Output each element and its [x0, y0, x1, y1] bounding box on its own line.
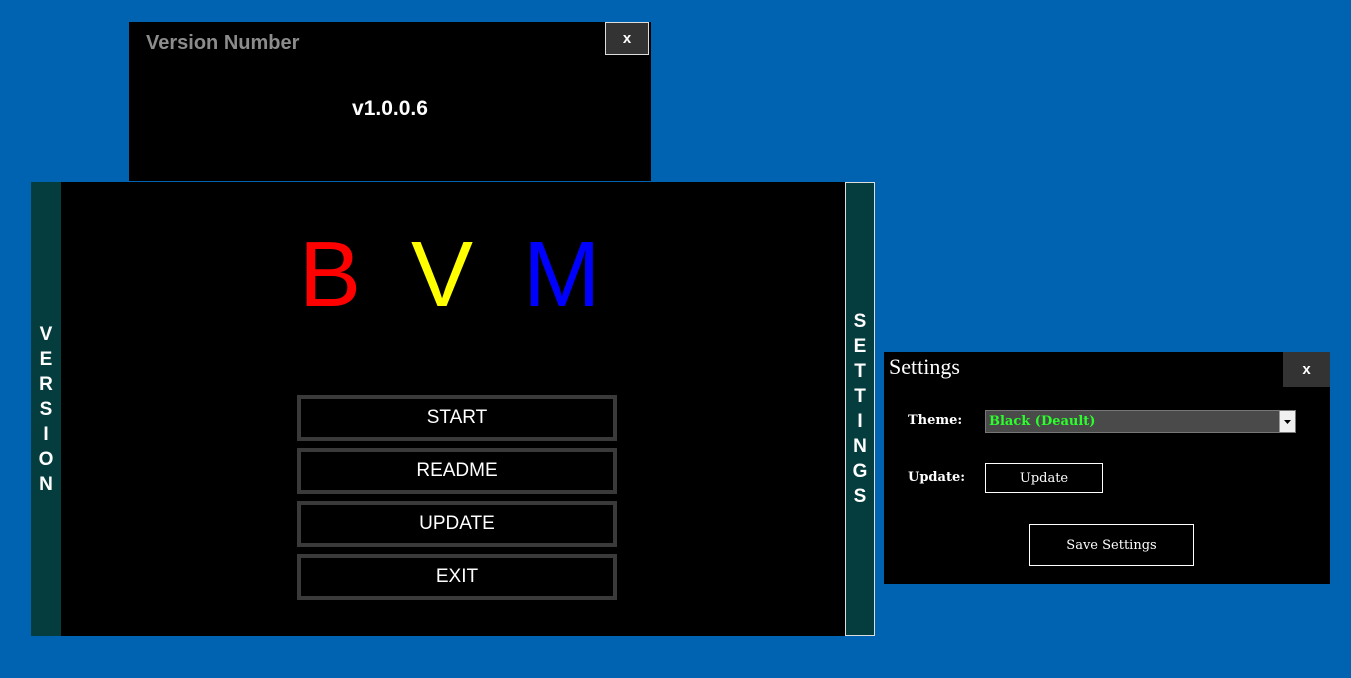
settings-tab-label: S E T T I N G S: [853, 309, 868, 509]
settings-tab-letter: E: [853, 336, 867, 357]
version-tab-letter: S: [39, 398, 53, 420]
settings-tab-letter: T: [854, 386, 866, 407]
version-window-title: Version Number: [146, 32, 300, 54]
update-label: Update:: [908, 470, 966, 485]
settings-update-button[interactable]: Update: [985, 463, 1103, 493]
version-tab-letter: R: [39, 373, 53, 395]
version-tab-letter: O: [38, 448, 54, 470]
version-number: v1.0.0.6: [352, 97, 428, 120]
version-tab-letter: V: [39, 323, 53, 345]
bvm-logo: B V M: [31, 224, 875, 324]
theme-select[interactable]: Black (Deault): [985, 410, 1296, 433]
readme-button[interactable]: README: [297, 448, 617, 494]
settings-tab-letter: N: [853, 436, 867, 457]
theme-label: Theme:: [908, 413, 963, 428]
chevron-down-icon[interactable]: [1279, 411, 1295, 432]
version-tab-letter: E: [39, 348, 53, 370]
exit-button[interactable]: EXIT: [297, 554, 617, 600]
logo-letter-m: M: [523, 222, 601, 326]
settings-tab[interactable]: S E T T I N G S: [845, 182, 875, 636]
logo-letter-b: B: [299, 222, 362, 326]
version-window: Version Number x v1.0.0.6: [129, 22, 651, 181]
settings-window-title: Settings: [889, 354, 960, 379]
theme-selected-value: Black (Deault): [989, 414, 1096, 429]
start-button[interactable]: START: [297, 395, 617, 441]
settings-close-button[interactable]: x: [1283, 352, 1330, 387]
settings-tab-letter: S: [853, 486, 867, 507]
settings-tab-letter: T: [854, 361, 866, 382]
version-close-button[interactable]: x: [605, 22, 649, 55]
version-tab-label: V E R S I O N: [39, 322, 54, 497]
settings-window: Settings x Theme: Black (Deault) Update:…: [884, 352, 1330, 584]
main-window: V E R S I O N B V M START README UPDATE …: [31, 182, 875, 636]
version-tab-letter: N: [39, 473, 53, 495]
settings-tab-letter: I: [857, 411, 863, 432]
update-button[interactable]: UPDATE: [297, 501, 617, 547]
version-tab-letter: I: [43, 423, 49, 445]
save-settings-button[interactable]: Save Settings: [1029, 524, 1194, 566]
logo-letter-v: V: [411, 222, 474, 326]
settings-tab-letter: S: [853, 311, 867, 332]
settings-tab-letter: G: [852, 461, 868, 482]
